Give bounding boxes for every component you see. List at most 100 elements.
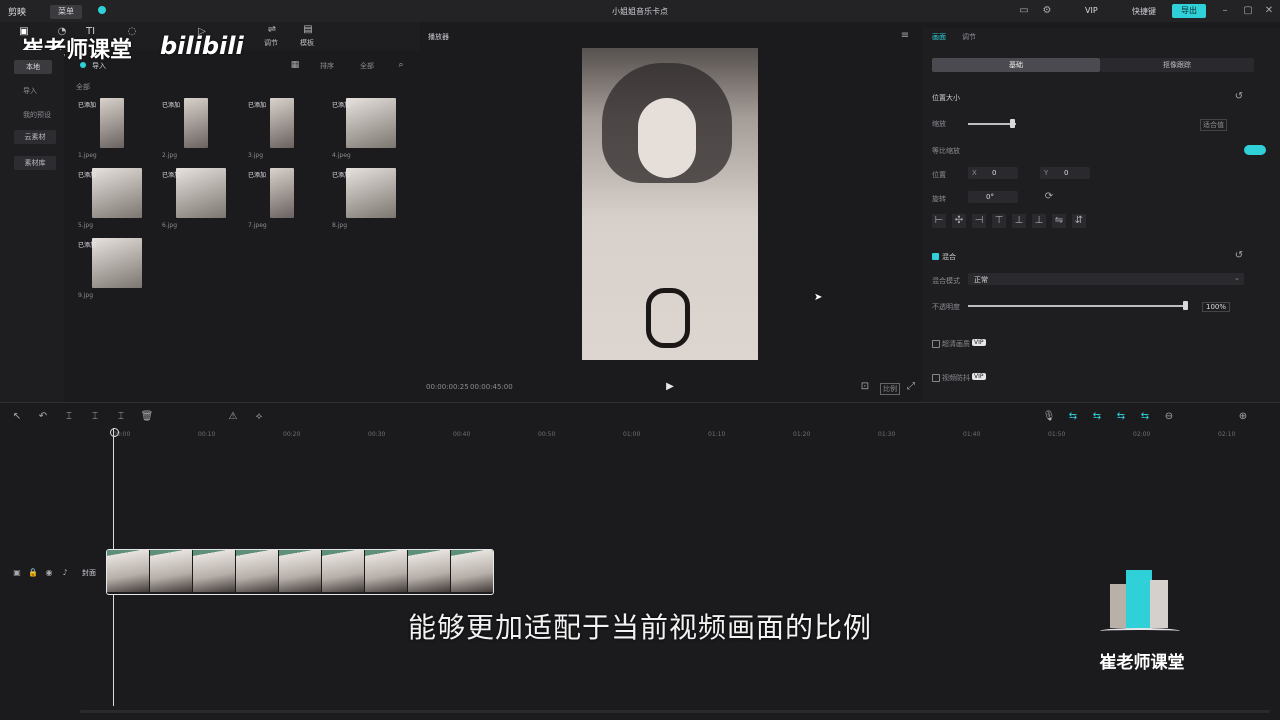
align-center-icon[interactable]: ✣ <box>952 214 966 228</box>
playhead-handle[interactable] <box>110 428 119 437</box>
media-thumbnail[interactable] <box>184 98 208 148</box>
align-right-icon[interactable]: ⊣ <box>972 214 986 228</box>
media-item[interactable]: 已添加 3.jpg <box>248 98 310 160</box>
warning-icon[interactable]: ⚠ <box>226 410 240 424</box>
media-item[interactable]: 已添加 7.jpeg <box>248 168 310 230</box>
opacity-slider[interactable] <box>968 305 1188 307</box>
select-tool-icon[interactable]: ↖ <box>10 410 24 424</box>
media-thumbnail[interactable] <box>92 238 142 288</box>
vip-label[interactable]: VIP <box>1085 6 1098 15</box>
reset-icon[interactable]: ↺ <box>1232 90 1246 104</box>
tab-adjust[interactable]: 调节 <box>962 32 976 42</box>
zoom-in-icon[interactable]: ⊕ <box>1236 410 1250 424</box>
blend-mode-select[interactable]: 正常 ⌄ <box>968 273 1244 285</box>
video-clip[interactable] <box>106 549 494 595</box>
magnet-icon[interactable]: ⇆ <box>1138 410 1152 424</box>
media-item[interactable]: 已添加 9.jpg <box>78 238 142 300</box>
hd-checkbox[interactable] <box>932 340 940 348</box>
timeline-scrollbar[interactable] <box>80 710 1270 713</box>
media-item[interactable]: 已添加 6.jpg <box>162 168 226 230</box>
subtab-tracking[interactable]: 抠像跟踪 <box>1100 58 1254 72</box>
menu-button[interactable]: 菜单 <box>50 5 82 19</box>
fullscreen-fit-icon[interactable]: ⊡ <box>858 380 872 394</box>
media-thumbnail[interactable] <box>270 168 294 218</box>
preview-axis-icon[interactable]: ⇆ <box>1114 410 1128 424</box>
track-lock-icon[interactable]: 🔒 <box>28 566 38 580</box>
filter-all-label[interactable]: 全部 <box>76 82 90 92</box>
media-item[interactable]: 已添加 1.jpeg <box>78 98 140 160</box>
filter-button[interactable]: 全部 <box>360 61 374 71</box>
media-thumbnail[interactable] <box>270 98 294 148</box>
ratio-button[interactable]: 比例 <box>880 383 900 395</box>
snap-icon[interactable]: ⇆ <box>1090 410 1104 424</box>
template-icon[interactable]: ▤ <box>298 24 318 35</box>
opacity-value[interactable]: 100% <box>1202 302 1231 312</box>
delete-icon[interactable]: 🗑 <box>140 410 154 424</box>
rotate-field[interactable]: 0° <box>968 191 1018 203</box>
undo-icon[interactable]: ↶ <box>36 410 50 424</box>
import-icon[interactable] <box>80 62 86 68</box>
subtab-basic[interactable]: 基础 <box>932 58 1100 72</box>
close-icon[interactable]: ✕ <box>1262 4 1276 18</box>
grid-view-icon[interactable]: ▦ <box>288 58 302 72</box>
uniform-scale-toggle[interactable] <box>1244 145 1266 155</box>
sidebar-item-import[interactable]: 导入 <box>23 86 37 96</box>
blend-reset-icon[interactable]: ↺ <box>1232 249 1246 263</box>
flip-vertical-icon[interactable]: ⇵ <box>1072 214 1086 228</box>
align-left-icon[interactable]: ⊢ <box>932 214 946 228</box>
track-visible-icon[interactable]: ◉ <box>44 566 54 580</box>
media-thumbnail[interactable] <box>346 168 396 218</box>
minimize-icon[interactable]: – <box>1218 4 1232 18</box>
blend-header[interactable]: 混合 <box>942 252 956 262</box>
adjust-icon[interactable]: ⇌ <box>262 24 282 35</box>
fullscreen-icon[interactable]: ⤢ <box>904 380 918 394</box>
microphone-icon[interactable]: 🎙 <box>1042 410 1056 424</box>
opacity-handle[interactable] <box>1183 301 1188 310</box>
link-icon[interactable]: ⇆ <box>1066 410 1080 424</box>
media-item[interactable]: 已添加 8.jpg <box>332 168 396 230</box>
scale-slider[interactable] <box>968 123 1016 125</box>
export-button[interactable]: 导出 <box>1172 4 1206 18</box>
media-item[interactable]: 已添加 2.jpg <box>162 98 224 160</box>
media-item[interactable]: 已添加 5.jpg <box>78 168 142 230</box>
media-thumbnail[interactable] <box>100 98 124 148</box>
tab-picture[interactable]: 画面 <box>932 32 946 42</box>
sort-button[interactable]: 排序 <box>320 61 334 71</box>
blend-checkbox[interactable] <box>932 253 939 260</box>
media-thumbnail[interactable] <box>92 168 142 218</box>
media-thumbnail[interactable] <box>346 98 396 148</box>
crop-icon[interactable]: ⟡ <box>252 410 266 424</box>
position-size-header[interactable]: 位置大小 <box>932 93 960 103</box>
media-item[interactable]: 已添加 4.jpeg <box>332 98 396 160</box>
align-bottom-icon[interactable]: ⊥ <box>1032 214 1046 228</box>
shortcut-button[interactable]: 快捷键 <box>1132 6 1156 17</box>
rotate-icon[interactable]: ⟳ <box>1042 190 1056 204</box>
split-left-icon[interactable]: ⌶ <box>88 410 102 424</box>
track-hide-icon[interactable]: ▣ <box>12 566 22 580</box>
flip-horizontal-icon[interactable]: ⇋ <box>1052 214 1066 228</box>
sidebar-item-library[interactable]: 素材库 <box>14 156 56 170</box>
media-thumbnail[interactable] <box>176 168 226 218</box>
sidebar-item-presets[interactable]: 我的预设 <box>23 110 51 120</box>
scale-handle[interactable] <box>1010 119 1016 128</box>
scale-value[interactable]: 适合值 <box>1200 119 1227 131</box>
sidebar-item-cloud[interactable]: 云素材 <box>14 130 56 144</box>
layout-icon[interactable]: ▭ <box>1017 4 1031 18</box>
align-middle-icon[interactable]: ⊥ <box>1012 214 1026 228</box>
sidebar-item-local[interactable]: 本地 <box>14 60 52 74</box>
stabilize-checkbox[interactable] <box>932 374 940 382</box>
position-y-field[interactable]: Y 0 <box>1040 167 1090 179</box>
cover-button[interactable]: 封面 <box>82 568 96 578</box>
search-icon[interactable]: ⌕ <box>394 58 408 72</box>
position-x-field[interactable]: X 0 <box>968 167 1018 179</box>
import-button[interactable]: 导入 <box>92 61 106 71</box>
split-icon[interactable]: ⌶ <box>62 410 76 424</box>
maximize-icon[interactable]: ▢ <box>1241 4 1255 18</box>
player-menu-icon[interactable]: ≡ <box>898 29 912 43</box>
zoom-out-icon[interactable]: ⊖ <box>1162 410 1176 424</box>
align-top-icon[interactable]: ⊤ <box>992 214 1006 228</box>
track-mute-icon[interactable]: ♪ <box>60 566 70 580</box>
play-icon[interactable]: ▶ <box>663 380 677 394</box>
settings-icon[interactable]: ⚙ <box>1040 4 1054 18</box>
split-right-icon[interactable]: ⌶ <box>114 410 128 424</box>
